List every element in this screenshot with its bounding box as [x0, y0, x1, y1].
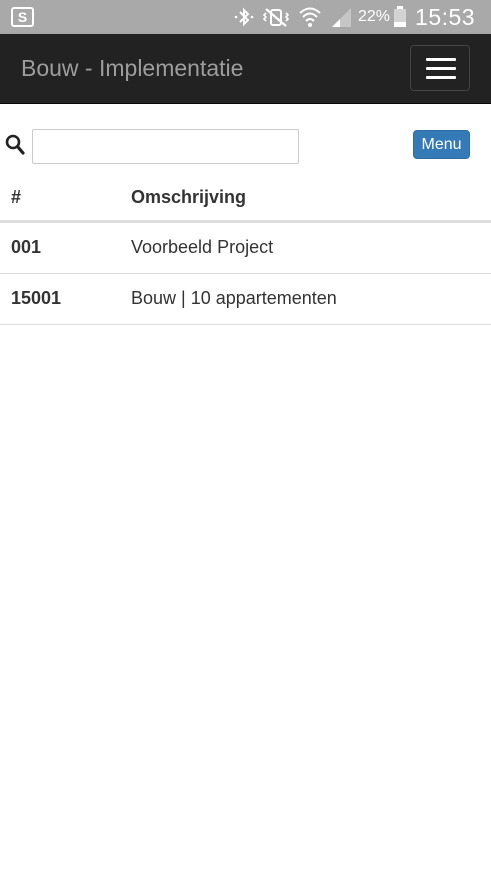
app-brand[interactable]: Bouw - Implementatie	[21, 55, 243, 81]
nav-toggle-button[interactable]	[410, 45, 470, 91]
menu-button-label: Menu	[421, 135, 462, 153]
column-header-number: #	[11, 187, 22, 207]
battery-icon	[394, 6, 407, 27]
table-row[interactable]: 15001 Bouw | 10 appartementen	[0, 274, 491, 325]
project-description: Bouw | 10 appartementen	[131, 288, 337, 308]
table-row[interactable]: 001 Voorbeeld Project	[0, 223, 491, 274]
project-number: 15001	[11, 288, 62, 308]
app-notification-letter: S	[17, 9, 28, 25]
table-header-row: # Omschrijving	[0, 174, 491, 223]
status-icons: 22% 15:53	[232, 3, 476, 30]
project-description: Voorbeeld Project	[131, 237, 274, 257]
vibrate-mute-icon	[262, 8, 290, 27]
status-clock: 15:53	[415, 3, 476, 30]
menu-button[interactable]: Menu	[413, 130, 470, 159]
app-notification-icon: S	[11, 7, 34, 27]
project-number: 001	[11, 237, 42, 257]
search-icon	[5, 134, 25, 155]
column-header-description: Omschrijving	[131, 187, 247, 207]
status-bar: S 22% 15:53	[0, 0, 491, 34]
search-input[interactable]	[32, 129, 299, 164]
project-table: # Omschrijving 001 Voorbeeld Project 150…	[0, 174, 491, 325]
bluetooth-icon	[234, 7, 254, 27]
wifi-icon	[299, 7, 321, 27]
cell-signal-icon	[332, 8, 351, 27]
battery-percent: 22%	[358, 8, 391, 25]
